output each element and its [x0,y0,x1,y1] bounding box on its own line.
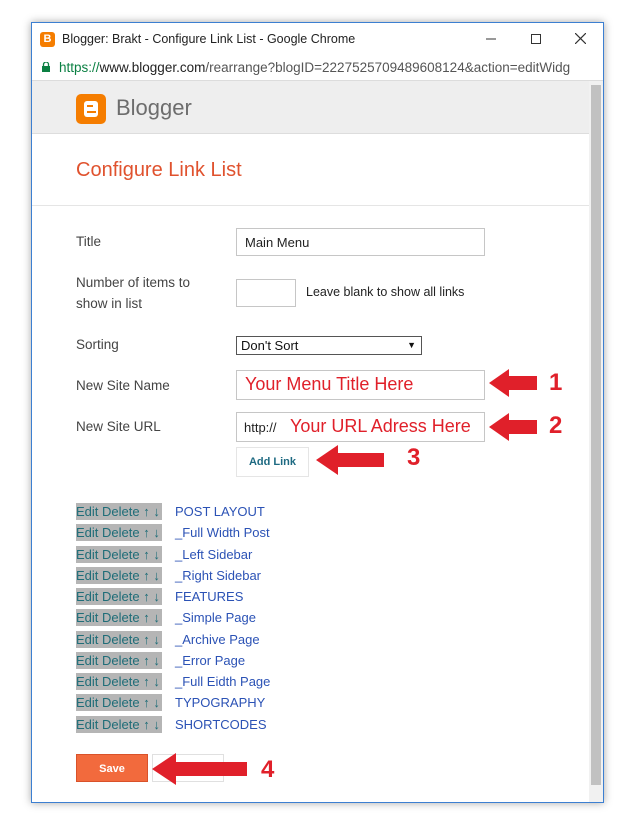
link-controls[interactable]: Edit Delete ↑ ↓ [76,716,162,733]
site-name-label: New Site Name [76,378,170,393]
url-path: /rearrange?blogID=2227525709489608124&ac… [205,60,571,75]
link-controls[interactable]: Edit Delete ↑ ↓ [76,652,162,669]
blogger-logo-icon [76,94,106,124]
dropdown-arrow-icon: ▼ [407,340,416,350]
sorting-value: Don't Sort [241,338,299,353]
items-label-line2: show in list [76,296,143,311]
link-controls[interactable]: Edit Delete ↑ ↓ [76,673,162,690]
link-name[interactable]: POST LAYOUT [175,503,265,520]
close-button[interactable] [558,23,603,56]
url-text[interactable]: https://www.blogger.com/rearrange?blogID… [59,60,599,75]
save-button[interactable]: Save [76,754,148,782]
minimize-button[interactable] [468,23,513,56]
link-controls[interactable]: Edit Delete ↑ ↓ [76,609,162,626]
link-controls[interactable]: Edit Delete ↑ ↓ [76,694,162,711]
link-name[interactable]: _Error Page [175,652,245,669]
browser-window: B Blogger: Brakt - Configure Link List -… [31,22,604,803]
sorting-select[interactable]: Don't Sort ▼ [236,336,422,355]
link-controls[interactable]: Edit Delete ↑ ↓ [76,588,162,605]
link-name[interactable]: _Simple Page [175,609,256,626]
blogger-app-icon: B [40,32,55,47]
items-hint: Leave blank to show all links [306,285,465,299]
site-name-input[interactable] [236,370,485,400]
link-name[interactable]: _Right Sidebar [175,567,261,584]
blogger-header: Blogger [32,81,589,134]
cancel-button[interactable] [152,754,224,782]
maximize-button[interactable] [513,23,558,56]
page-title: Configure Link List [76,159,242,181]
link-controls[interactable]: Edit Delete ↑ ↓ [76,631,162,648]
add-link-button[interactable]: Add Link [236,447,309,477]
url-host: www.blogger.com [99,60,206,75]
maximize-icon [530,34,541,44]
address-bar[interactable]: https://www.blogger.com/rearrange?blogID… [32,56,603,81]
window-title: Blogger: Brakt - Configure Link List - G… [62,32,356,46]
title-label: Title [76,234,102,249]
sorting-label: Sorting [76,337,119,352]
url-protocol: https:// [59,60,100,75]
link-name[interactable]: _Full Eidth Page [175,673,270,690]
link-name[interactable]: SHORTCODES [175,716,267,733]
link-name[interactable]: _Archive Page [175,631,260,648]
lock-icon [42,62,50,72]
link-name[interactable]: _Left Sidebar [175,546,252,563]
minimize-icon [485,38,496,40]
scrollbar[interactable] [589,81,603,802]
link-controls[interactable]: Edit Delete ↑ ↓ [76,503,162,520]
items-label-line1: Number of items to [76,275,191,290]
title-bar: B Blogger: Brakt - Configure Link List -… [32,23,603,56]
brand-name: Blogger [116,95,192,120]
title-input[interactable]: Main Menu [236,228,485,256]
divider [32,205,589,206]
link-controls[interactable]: Edit Delete ↑ ↓ [76,567,162,584]
link-controls[interactable]: Edit Delete ↑ ↓ [76,524,162,541]
link-name[interactable]: _Full Width Post [175,524,270,541]
link-controls[interactable]: Edit Delete ↑ ↓ [76,546,162,563]
link-name[interactable]: TYPOGRAPHY [175,694,265,711]
close-icon [574,32,587,45]
link-name[interactable]: FEATURES [175,588,243,605]
items-count-input[interactable] [236,279,296,307]
scrollbar-thumb[interactable] [591,85,601,785]
site-url-prefix: http:// [244,420,277,435]
site-url-label: New Site URL [76,419,161,434]
page-content: Blogger Configure Link List Title Main M… [32,81,589,802]
site-url-input[interactable]: http:// [236,412,485,442]
